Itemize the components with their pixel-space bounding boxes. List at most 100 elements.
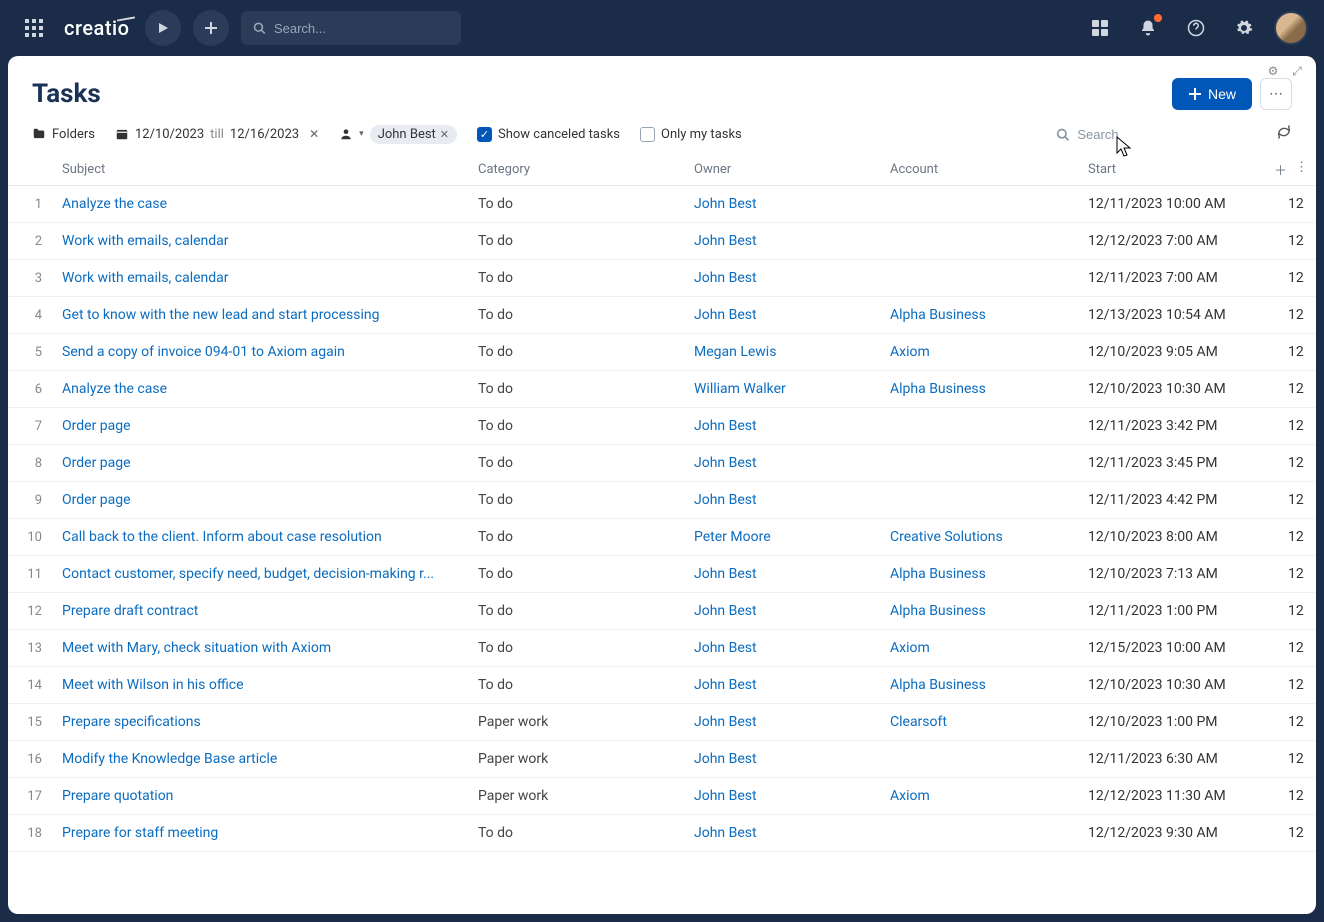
refresh-icon[interactable] xyxy=(1276,124,1292,144)
global-search[interactable] xyxy=(241,11,461,45)
subject-link[interactable]: Get to know with the new lead and start … xyxy=(62,307,379,323)
owner-link[interactable]: Peter Moore xyxy=(694,529,771,545)
account-link[interactable]: Alpha Business xyxy=(890,677,986,693)
remove-owner-chip-icon[interactable]: ✕ xyxy=(440,128,449,141)
table-row[interactable]: 15 Prepare specifications Paper work Joh… xyxy=(8,704,1316,741)
subject-link[interactable]: Analyze the case xyxy=(62,381,167,397)
list-search-input[interactable] xyxy=(1077,127,1256,142)
table-row[interactable]: 7 Order page To do John Best 12/11/2023 … xyxy=(8,408,1316,445)
owner-chip[interactable]: John Best ✕ xyxy=(370,125,457,144)
owner-link[interactable]: John Best xyxy=(694,492,757,508)
owner-link[interactable]: John Best xyxy=(694,603,757,619)
more-actions-button[interactable]: ⋯ xyxy=(1260,78,1292,110)
table-row[interactable]: 13 Meet with Mary, check situation with … xyxy=(8,630,1316,667)
table-row[interactable]: 4 Get to know with the new lead and star… xyxy=(8,297,1316,334)
table-row[interactable]: 12 Prepare draft contract To do John Bes… xyxy=(8,593,1316,630)
column-account[interactable]: Account xyxy=(880,154,1078,186)
table-row[interactable]: 16 Modify the Knowledge Base article Pap… xyxy=(8,741,1316,778)
table-row[interactable]: 6 Analyze the case To do William Walker … xyxy=(8,371,1316,408)
only-my-toggle[interactable]: Only my tasks xyxy=(640,127,742,142)
panel-settings-icon[interactable]: ⚙ xyxy=(1264,62,1282,80)
play-icon[interactable] xyxy=(145,10,181,46)
only-my-checkbox[interactable] xyxy=(640,127,655,142)
brand-logo[interactable]: creatio xyxy=(64,16,129,40)
table-row[interactable]: 18 Prepare for staff meeting To do John … xyxy=(8,815,1316,852)
account-link[interactable]: Axiom xyxy=(890,344,930,360)
avatar[interactable] xyxy=(1274,11,1308,45)
table-row[interactable]: 10 Call back to the client. Inform about… xyxy=(8,519,1316,556)
subject-link[interactable]: Order page xyxy=(62,418,131,434)
panel-expand-icon[interactable]: ⤢ xyxy=(1288,62,1306,80)
owner-link[interactable]: John Best xyxy=(694,566,757,582)
owner-link[interactable]: John Best xyxy=(694,196,757,212)
marketplace-icon[interactable] xyxy=(1082,10,1118,46)
column-owner[interactable]: Owner xyxy=(684,154,880,186)
subject-link[interactable]: Work with emails, calendar xyxy=(62,233,229,249)
column-category[interactable]: Category xyxy=(468,154,684,186)
subject-link[interactable]: Call back to the client. Inform about ca… xyxy=(62,529,382,545)
table-row[interactable]: 9 Order page To do John Best 12/11/2023 … xyxy=(8,482,1316,519)
owner-link[interactable]: William Walker xyxy=(694,381,786,397)
subject-link[interactable]: Prepare specifications xyxy=(62,714,201,730)
end-cell-trunc: 12 xyxy=(1278,297,1316,334)
owner-link[interactable]: John Best xyxy=(694,677,757,693)
subject-link[interactable]: Analyze the case xyxy=(62,196,167,212)
add-icon[interactable] xyxy=(193,10,229,46)
owner-link[interactable]: John Best xyxy=(694,270,757,286)
account-link[interactable]: Alpha Business xyxy=(890,381,986,397)
owner-link[interactable]: John Best xyxy=(694,825,757,841)
folders-filter[interactable]: Folders xyxy=(32,127,95,142)
subject-link[interactable]: Order page xyxy=(62,492,131,508)
table-row[interactable]: 3 Work with emails, calendar To do John … xyxy=(8,260,1316,297)
owner-link[interactable]: John Best xyxy=(694,640,757,656)
account-link[interactable]: Creative Solutions xyxy=(890,529,1003,545)
owner-link[interactable]: John Best xyxy=(694,455,757,471)
date-range-filter[interactable]: 12/10/2023 till 12/16/2023 ✕ xyxy=(115,127,319,142)
subject-link[interactable]: Contact customer, specify need, budget, … xyxy=(62,566,434,582)
owner-filter[interactable]: ▾ John Best ✕ xyxy=(339,125,457,144)
owner-link[interactable]: John Best xyxy=(694,307,757,323)
account-link[interactable]: Alpha Business xyxy=(890,566,986,582)
table-row[interactable]: 14 Meet with Wilson in his office To do … xyxy=(8,667,1316,704)
owner-link[interactable]: John Best xyxy=(694,751,757,767)
help-icon[interactable] xyxy=(1178,10,1214,46)
table-row[interactable]: 1 Analyze the case To do John Best 12/11… xyxy=(8,186,1316,223)
account-link[interactable]: Clearsoft xyxy=(890,714,947,730)
owner-link[interactable]: John Best xyxy=(694,418,757,434)
notifications-icon[interactable] xyxy=(1130,10,1166,46)
subject-link[interactable]: Order page xyxy=(62,455,131,471)
column-menu-icon[interactable]: ⋮ xyxy=(1295,160,1308,179)
table-row[interactable]: 2 Work with emails, calendar To do John … xyxy=(8,223,1316,260)
subject-link[interactable]: Prepare draft contract xyxy=(62,603,198,619)
table-row[interactable]: 17 Prepare quotation Paper work John Bes… xyxy=(8,778,1316,815)
apps-icon[interactable] xyxy=(16,10,52,46)
subject-link[interactable]: Prepare quotation xyxy=(62,788,173,804)
column-start[interactable]: Start xyxy=(1078,154,1278,186)
settings-icon[interactable] xyxy=(1226,10,1262,46)
new-button[interactable]: New xyxy=(1172,78,1252,110)
account-link[interactable]: Alpha Business xyxy=(890,307,986,323)
column-subject[interactable]: Subject xyxy=(52,154,468,186)
clear-date-icon[interactable]: ✕ xyxy=(309,127,319,141)
show-canceled-toggle[interactable]: Show canceled tasks xyxy=(477,127,620,142)
owner-link[interactable]: John Best xyxy=(694,788,757,804)
table-row[interactable]: 11 Contact customer, specify need, budge… xyxy=(8,556,1316,593)
table-row[interactable]: 5 Send a copy of invoice 094-01 to Axiom… xyxy=(8,334,1316,371)
owner-link[interactable]: Megan Lewis xyxy=(694,344,776,360)
subject-link[interactable]: Work with emails, calendar xyxy=(62,270,229,286)
global-search-input[interactable] xyxy=(274,21,449,36)
list-search[interactable] xyxy=(1056,127,1256,142)
subject-link[interactable]: Meet with Wilson in his office xyxy=(62,677,244,693)
account-link[interactable]: Axiom xyxy=(890,640,930,656)
subject-link[interactable]: Modify the Knowledge Base article xyxy=(62,751,277,767)
subject-link[interactable]: Send a copy of invoice 094-01 to Axiom a… xyxy=(62,344,345,360)
table-row[interactable]: 8 Order page To do John Best 12/11/2023 … xyxy=(8,445,1316,482)
subject-link[interactable]: Prepare for staff meeting xyxy=(62,825,218,841)
add-column-icon[interactable]: ＋ xyxy=(1274,160,1287,179)
show-canceled-checkbox[interactable] xyxy=(477,127,492,142)
owner-link[interactable]: John Best xyxy=(694,233,757,249)
subject-link[interactable]: Meet with Mary, check situation with Axi… xyxy=(62,640,331,656)
account-link[interactable]: Alpha Business xyxy=(890,603,986,619)
account-link[interactable]: Axiom xyxy=(890,788,930,804)
owner-link[interactable]: John Best xyxy=(694,714,757,730)
